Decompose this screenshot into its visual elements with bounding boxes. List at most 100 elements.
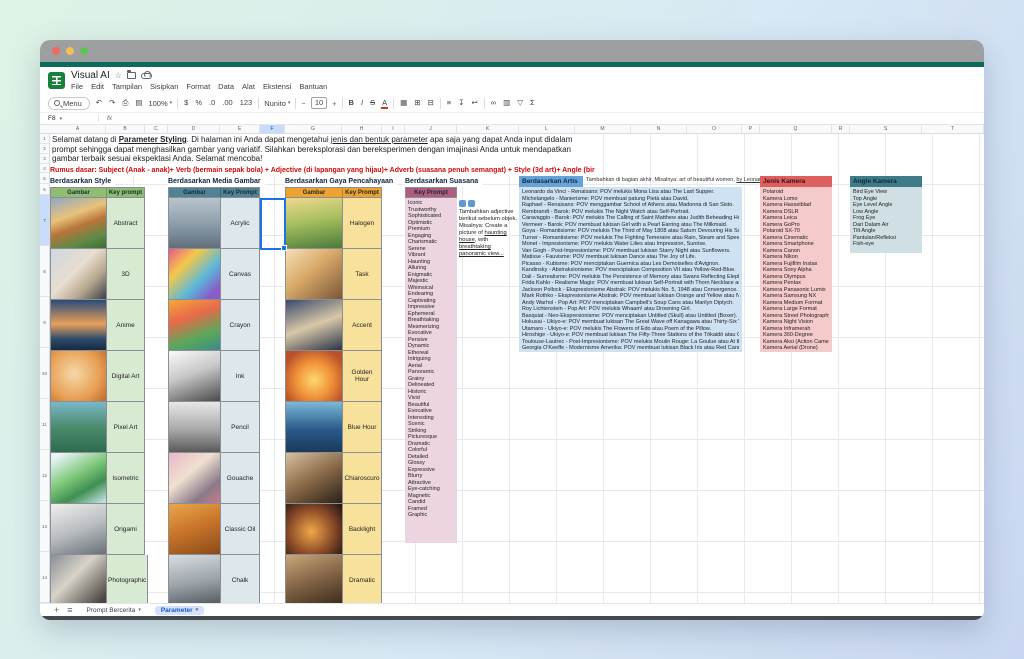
column-header[interactable]: C (145, 125, 168, 133)
artist-entry[interactable]: Frida Kahlo - Realisme Magis: POV membua… (522, 280, 739, 287)
key-prompt-cell[interactable]: Task (343, 249, 382, 299)
close-window-button[interactable] (52, 47, 60, 55)
key-prompt-cell[interactable]: Accent (343, 300, 382, 350)
thumbnail-image[interactable] (286, 249, 343, 299)
thumbnail-image[interactable] (51, 351, 107, 401)
text-wrap-button[interactable]: ↩ (470, 97, 478, 109)
decrease-decimal-button[interactable]: .0 (208, 97, 216, 109)
column-header[interactable]: E (220, 125, 260, 133)
key-prompt-cell[interactable]: Halogen (343, 198, 382, 248)
thumbnail-image[interactable] (169, 504, 221, 554)
row-header[interactable]: 11 (40, 399, 49, 450)
increase-decimal-button[interactable]: .00 (221, 97, 233, 109)
row-header[interactable]: 7 (40, 195, 49, 246)
menu-item[interactable]: File (71, 82, 83, 91)
name-box[interactable]: F8▾ (48, 115, 92, 122)
thumbnail-image[interactable] (169, 453, 221, 503)
row-header[interactable]: 3 (40, 154, 49, 164)
thumbnail-image[interactable] (286, 198, 343, 248)
lighting-section-title[interactable]: Berdasarkan Gaya Pencahayaan (285, 176, 397, 187)
menu-item[interactable]: Format (186, 82, 210, 91)
thumbnail-image[interactable] (169, 402, 221, 452)
zoom-select[interactable]: 100%▾ (148, 99, 172, 108)
currency-format-button[interactable]: $ (183, 97, 189, 109)
lighting-image-column-header[interactable]: Gambar (286, 188, 343, 197)
thumbnail-image[interactable] (169, 555, 221, 603)
menu-item[interactable]: Alat (242, 82, 255, 91)
strikethrough-button[interactable]: S (369, 97, 376, 109)
recipe-cell[interactable]: Rumus dasar: Subject (Anak - anak)+ Verb… (50, 165, 595, 176)
column-header[interactable]: D (168, 125, 220, 133)
selected-cell-outline[interactable] (260, 198, 286, 250)
artist-entry[interactable]: Goya - Romantisisme: POV melukis The Thi… (522, 228, 739, 235)
thumbnail-image[interactable] (51, 300, 107, 350)
minimize-window-button[interactable] (66, 47, 74, 55)
thumbnail-image[interactable] (51, 453, 107, 503)
key-prompt-cell[interactable]: Ink (221, 351, 260, 401)
key-prompt-cell[interactable]: Canvas (221, 249, 260, 299)
column-header[interactable]: A (50, 125, 106, 133)
font-size-input[interactable]: 10 (311, 97, 327, 109)
undo-button[interactable]: ↶ (95, 97, 103, 109)
mood-section-title[interactable]: Berdasarkan Suasana (405, 176, 482, 187)
artist-entry[interactable]: Monet - Impresionisme: POV melukis Water… (522, 241, 739, 248)
thumbnail-image[interactable] (51, 555, 107, 603)
key-prompt-cell[interactable]: Origami (107, 504, 145, 554)
key-prompt-cell[interactable]: 3D (107, 249, 145, 299)
lighting-prompt-column-header[interactable]: Key Prompt (343, 188, 381, 197)
column-header[interactable]: J (405, 125, 457, 133)
column-header[interactable]: H (342, 125, 382, 133)
artist-entry[interactable]: Raphael - Renaisans: POV menggambar Scho… (522, 202, 739, 209)
bold-button[interactable]: B (348, 97, 355, 109)
menus-search-pill[interactable]: Menu (48, 97, 90, 110)
more-formats-button[interactable]: 123 (239, 97, 254, 109)
horizontal-align-button[interactable]: ≡ (446, 97, 452, 109)
artist-entry[interactable]: Caravaggio - Barok: POV melukis The Call… (522, 215, 739, 222)
thumbnail-image[interactable] (286, 402, 343, 452)
row-header[interactable]: 12 (40, 450, 49, 501)
style-section-title[interactable]: Berdasarkan Style (50, 176, 115, 187)
row-header[interactable]: 8 (40, 246, 49, 297)
key-prompt-cell[interactable]: Pixel Art (107, 402, 145, 452)
key-prompt-cell[interactable]: Crayon (221, 300, 260, 350)
camera-entry[interactable]: Kamera Aerial (Drone) (763, 345, 829, 352)
key-prompt-cell[interactable]: Blue Hour (343, 402, 382, 452)
merge-cells-button[interactable]: ⊟ (426, 97, 434, 109)
mood-word[interactable]: Graphic (408, 512, 454, 519)
vertical-align-button[interactable]: ↧ (457, 97, 465, 109)
row-header[interactable]: 1 (40, 134, 49, 144)
key-prompt-cell[interactable]: Gouache (221, 453, 260, 503)
thumbnail-image[interactable] (51, 504, 107, 554)
borders-button[interactable]: ⊞ (413, 97, 421, 109)
fill-color-button[interactable]: ▦ (399, 97, 408, 109)
column-header[interactable]: B (106, 125, 145, 133)
column-header[interactable]: I (382, 125, 405, 133)
key-prompt-cell[interactable]: Chiaroscuro (343, 453, 382, 503)
key-prompt-cell[interactable]: Chalk (221, 555, 260, 603)
key-prompt-cell[interactable]: Anime (107, 300, 145, 350)
media-image-column-header[interactable]: Gambar (169, 188, 221, 197)
row-header[interactable]: 5 (40, 173, 49, 184)
menu-item[interactable]: Edit (91, 82, 104, 91)
key-prompt-cell[interactable]: Dramatic (343, 555, 382, 603)
mood-note[interactable]: Tambahkan adjective berikut sebelum obje… (459, 200, 517, 258)
redo-button[interactable]: ↷ (108, 97, 116, 109)
media-prompt-column-header[interactable]: Key Prompt (221, 188, 259, 197)
increase-font-size-button[interactable]: + (332, 99, 336, 108)
column-header[interactable]: N (631, 125, 687, 133)
column-header[interactable]: R (832, 125, 850, 133)
menu-item[interactable]: Ekstensi (263, 82, 291, 91)
artist-entry[interactable]: Hiroshige - Ukiyo-e: POV membuat lukisan… (522, 332, 739, 339)
row-header[interactable]: 13 (40, 501, 49, 552)
sheet-tab-parameter[interactable]: Parameter▾ (155, 606, 204, 615)
thumbnail-image[interactable] (286, 555, 343, 603)
decrease-font-size-button[interactable]: − (301, 99, 305, 108)
sheet-tab-prompt-bercerita[interactable]: Prompt Bercerita▾ (81, 606, 147, 615)
artist-entry[interactable]: Kandinsky - Abstraksionisme: POV mencipt… (522, 267, 739, 274)
angle-entry[interactable]: Fish-eye (853, 241, 919, 248)
artist-entry[interactable]: Hokusai - Ukiyo-e: POV membuat lukisan T… (522, 319, 739, 326)
sheets-logo-icon[interactable] (48, 72, 65, 89)
row-header[interactable]: 6 (40, 184, 49, 195)
column-header[interactable]: K (457, 125, 519, 133)
key-prompt-cell[interactable]: Backlight (343, 504, 382, 554)
